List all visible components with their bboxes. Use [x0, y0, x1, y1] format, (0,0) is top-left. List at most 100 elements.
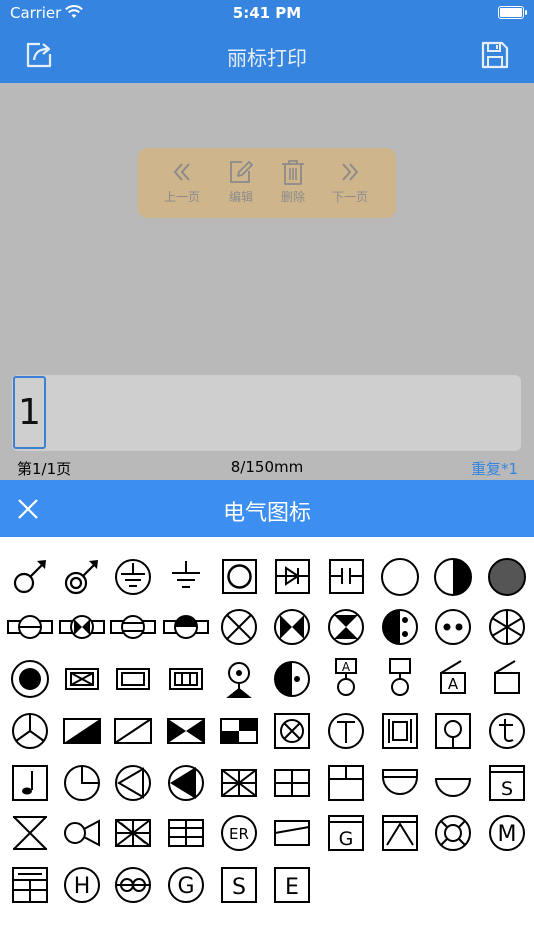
lamp-x-icon[interactable]	[213, 601, 265, 653]
diode-box-icon[interactable]	[266, 551, 318, 603]
ground-circle-icon[interactable]	[107, 551, 159, 603]
half-circle-box-icon[interactable]	[374, 757, 426, 809]
delete-label: 删除	[280, 190, 305, 204]
socket-two-dots-icon[interactable]	[427, 601, 479, 653]
next-page-button[interactable]: 下一页	[324, 156, 376, 212]
half-circle-icon[interactable]	[427, 757, 479, 809]
double-circle-icon[interactable]	[107, 859, 159, 911]
box-bracket-icon[interactable]	[374, 705, 426, 757]
diagonal-box-icon[interactable]	[481, 653, 533, 705]
square-circle-icon[interactable]	[213, 551, 265, 603]
edit-popup: 上一页 编辑 删除 下一页	[138, 148, 396, 218]
lamp-double-line-icon[interactable]	[107, 601, 159, 653]
svg-text:H: H	[74, 874, 91, 899]
grid-box-icon[interactable]	[160, 807, 212, 859]
socket-dots-icon[interactable]	[374, 601, 426, 653]
trash-icon	[267, 156, 319, 188]
circle-asterisk-icon[interactable]	[481, 601, 533, 653]
svg-text:S: S	[232, 875, 246, 900]
diagonal-half-fill-icon[interactable]	[56, 705, 108, 757]
capacitor-box-icon[interactable]	[320, 551, 372, 603]
panel-title: 电气图标	[222, 501, 311, 526]
box-pendant-icon[interactable]	[427, 705, 479, 757]
svg-text:S: S	[501, 778, 513, 800]
lamp-line-icon[interactable]	[4, 601, 56, 653]
cross-box-icon[interactable]	[266, 757, 318, 809]
svg-text:G: G	[177, 874, 194, 899]
circle-m-icon[interactable]: M	[481, 807, 533, 859]
box-x-icon[interactable]	[56, 653, 108, 705]
hatched-circle-icon[interactable]	[481, 551, 533, 603]
circle-t-icon[interactable]	[320, 705, 372, 757]
circle-icon[interactable]	[374, 551, 426, 603]
repeat-count-button[interactable]: 重复*1	[471, 458, 518, 479]
slanted-box-icon[interactable]	[266, 807, 318, 859]
half-dot-circle-icon[interactable]	[266, 653, 318, 705]
bowtie-circle-icon[interactable]	[266, 601, 318, 653]
bowtie-box-icon[interactable]	[160, 705, 212, 757]
icon-panel-header: 电气图标	[0, 480, 534, 537]
clock-time: 5:41 PM	[232, 4, 302, 22]
g-box-icon[interactable]: G	[320, 807, 372, 859]
t-box-icon[interactable]	[320, 757, 372, 809]
circle-er-icon[interactable]: ER	[213, 807, 265, 859]
svg-text:E: E	[285, 875, 299, 900]
label-info-row: 第1/1页 8/150mm 重复*1	[0, 455, 534, 479]
male-double-symbol-icon[interactable]	[56, 551, 108, 603]
circle-a-box-icon[interactable]: A	[320, 653, 372, 705]
box-note-icon[interactable]	[4, 757, 56, 809]
peace-circle-icon[interactable]	[4, 705, 56, 757]
filled-triangle-circle-icon[interactable]	[160, 757, 212, 809]
save-icon[interactable]	[480, 40, 510, 74]
circle-g-icon[interactable]: G	[160, 859, 212, 911]
pencil-icon	[215, 156, 267, 188]
triangle-box-icon[interactable]	[374, 807, 426, 859]
hatched-cross-box-icon[interactable]	[4, 859, 56, 911]
fish-icon[interactable]	[56, 807, 108, 859]
battery-icon	[498, 6, 527, 19]
clock-circle-icon[interactable]	[56, 757, 108, 809]
circle-t-lower-icon[interactable]	[481, 705, 533, 757]
male-symbol-icon[interactable]	[4, 551, 56, 603]
triangle-circle-icon[interactable]	[107, 757, 159, 809]
box-circle-icon[interactable]	[374, 653, 426, 705]
diagonal-a-box-icon[interactable]: A	[427, 653, 479, 705]
label-strip[interactable]: 1	[12, 375, 521, 451]
circle-h-icon[interactable]: H	[56, 859, 108, 911]
nav-bar: 丽标打印	[0, 28, 534, 83]
hourglass-circle-icon[interactable]	[320, 601, 372, 653]
delete-button[interactable]: 删除	[267, 156, 319, 212]
edit-label: 编辑	[228, 190, 253, 204]
svg-text:ER: ER	[229, 825, 249, 843]
lamp-filled-x-icon[interactable]	[56, 601, 108, 653]
edit-button[interactable]: 编辑	[215, 156, 267, 212]
double-chevron-right-icon	[324, 156, 376, 188]
lamp-half-icon[interactable]	[160, 601, 212, 653]
box-three-bars-icon[interactable]	[160, 653, 212, 705]
label-cell-1[interactable]: 1	[13, 376, 46, 449]
diagonal-box-line-icon[interactable]	[107, 705, 159, 757]
s-box-icon[interactable]: S	[213, 859, 265, 911]
union-jack-box-icon[interactable]	[213, 757, 265, 809]
box-circle-x-icon[interactable]	[266, 705, 318, 757]
half-filled-circle-icon[interactable]	[427, 551, 479, 603]
page-title: 丽标打印	[227, 46, 307, 70]
ground-icon[interactable]	[160, 551, 212, 603]
svg-text:A: A	[342, 660, 351, 674]
motion-sensor-icon[interactable]	[213, 653, 265, 705]
box-rect-icon[interactable]	[107, 653, 159, 705]
next-page-label: 下一页	[331, 190, 368, 204]
union-jack-box-2-icon[interactable]	[107, 807, 159, 859]
e-box-icon[interactable]: E	[266, 859, 318, 911]
double-chevron-left-icon	[156, 156, 208, 188]
filled-dot-circle-icon[interactable]	[4, 653, 56, 705]
svg-text:M: M	[498, 822, 517, 847]
svg-text:A: A	[448, 675, 459, 693]
lifebuoy-icon[interactable]	[427, 807, 479, 859]
s-box-top-icon[interactable]: S	[481, 757, 533, 809]
label-length: 8/150mm	[230, 458, 304, 476]
checker-box-icon[interactable]	[213, 705, 265, 757]
status-bar: Carrier 5:41 PM	[0, 0, 534, 28]
prev-page-button[interactable]: 上一页	[156, 156, 208, 212]
hourglass-icon[interactable]	[4, 807, 56, 859]
